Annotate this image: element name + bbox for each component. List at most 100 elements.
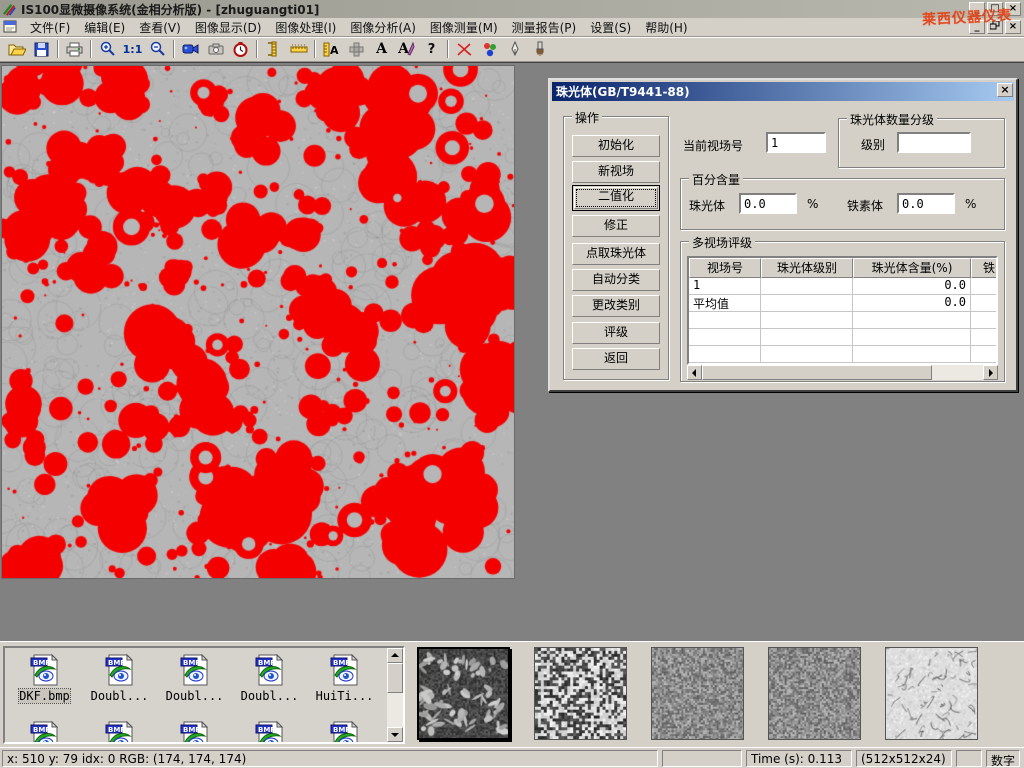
current-field-label: 当前视场号	[683, 137, 743, 154]
picker-tool-button[interactable]	[503, 38, 526, 60]
bmp-file-icon: BMP	[328, 653, 362, 687]
thumbnail-1[interactable]	[417, 647, 510, 740]
mdi-client-area: 珠光体(GB/T9441-88) × 操作 初始化 新视场 二值化 修正 点取珠…	[0, 62, 1024, 641]
current-field-input[interactable]	[766, 132, 826, 153]
vscroll-thumb[interactable]	[387, 663, 403, 693]
phase-count-button[interactable]	[478, 38, 501, 60]
ruler-button[interactable]	[287, 38, 310, 60]
video-camera-icon	[182, 43, 200, 55]
file-item[interactable]: BMP	[307, 720, 382, 744]
file-item[interactable]: BMP HuiTi...	[307, 653, 382, 703]
menu-settings[interactable]: 设置(S)	[583, 17, 638, 38]
text-a-icon: A	[376, 41, 387, 57]
brush-icon	[534, 41, 546, 57]
image-size-panel: (512x512x24)	[856, 750, 952, 767]
curve-cut-button[interactable]	[453, 38, 476, 60]
hscroll-thumb[interactable]	[702, 365, 932, 380]
grade-input[interactable]	[897, 132, 971, 153]
svg-text:BMP: BMP	[108, 726, 125, 734]
thumbnail-2[interactable]	[534, 647, 627, 740]
toolbar-separator	[256, 40, 258, 58]
open-button[interactable]	[5, 38, 28, 60]
dialog-close-button[interactable]: ×	[997, 83, 1013, 97]
colored-dots-icon	[482, 42, 498, 57]
zoom-in-button[interactable]	[96, 38, 119, 60]
file-item[interactable]: BMP	[7, 720, 82, 744]
caliper-button[interactable]	[262, 38, 285, 60]
scroll-right-button[interactable]	[983, 365, 998, 380]
menu-measure-report[interactable]: 测量报告(P)	[505, 17, 584, 38]
file-item[interactable]: BMP Doubl...	[157, 653, 232, 703]
red-curve-cross-icon	[456, 42, 473, 57]
thumbnail-4[interactable]	[768, 647, 861, 740]
file-list[interactable]: BMP DKF.bmp BMP Doubl... BMP Doubl... BM…	[3, 646, 405, 744]
file-item[interactable]: BMP Doubl...	[232, 653, 307, 703]
timer-button[interactable]	[229, 38, 252, 60]
help-button[interactable]: ?	[420, 38, 443, 60]
ferrite-percent-input[interactable]	[897, 193, 955, 214]
file-item[interactable]: BMP	[232, 720, 307, 744]
file-item[interactable]: BMP	[157, 720, 232, 744]
menu-image-process[interactable]: 图像处理(I)	[268, 17, 343, 38]
pick-pearlite-button[interactable]: 点取珠光体	[572, 243, 660, 265]
new-field-button[interactable]: 新视场	[572, 161, 660, 183]
window-maximize-button[interactable]: □	[987, 2, 1003, 16]
actual-size-button[interactable]: 1:1	[121, 38, 144, 60]
svg-text:BMP: BMP	[33, 659, 50, 667]
scroll-up-button[interactable]	[387, 648, 403, 663]
change-class-button[interactable]: 更改类别	[572, 295, 660, 317]
pearlite-unit: %	[807, 197, 818, 211]
menu-image-display[interactable]: 图像显示(D)	[188, 17, 269, 38]
menu-file[interactable]: 文件(F)	[23, 17, 77, 38]
menu-image-measure[interactable]: 图像测量(M)	[423, 17, 505, 38]
file-item[interactable]: BMP	[82, 720, 157, 744]
pearlite-percent-input[interactable]	[739, 193, 797, 214]
table-row[interactable]: 1 0.0	[689, 278, 996, 295]
grade-group-label: 珠光体数量分级	[847, 111, 937, 128]
menu-view[interactable]: 查看(V)	[132, 17, 188, 38]
print-button[interactable]	[63, 38, 86, 60]
save-button[interactable]	[30, 38, 53, 60]
table-row[interactable]: 平均值 0.0	[689, 295, 996, 312]
init-button[interactable]: 初始化	[572, 135, 660, 157]
window-minimize-button[interactable]: _	[969, 2, 985, 16]
return-button[interactable]: 返回	[572, 348, 660, 370]
scroll-left-button[interactable]	[687, 365, 702, 380]
thumbnail-3[interactable]	[651, 647, 744, 740]
annotate-tool-button[interactable]: A	[395, 38, 418, 60]
auto-classify-button[interactable]: 自动分类	[572, 269, 660, 291]
menu-edit[interactable]: 编辑(E)	[77, 17, 132, 38]
table-hscrollbar[interactable]	[687, 365, 998, 380]
file-item[interactable]: BMP DKF.bmp	[7, 653, 82, 703]
binarize-button[interactable]: 二值化	[572, 185, 660, 211]
file-list-scrollbar[interactable]	[387, 648, 403, 742]
photo-capture-button[interactable]	[204, 38, 227, 60]
rate-button[interactable]: 评级	[572, 322, 660, 344]
mdi-restore-button[interactable]	[987, 20, 1003, 34]
video-capture-button[interactable]	[179, 38, 202, 60]
measure-label-button[interactable]: A	[320, 38, 343, 60]
text-tool-button[interactable]: A	[370, 38, 393, 60]
percent-group: 百分含量 珠光体 % 铁素体 %	[680, 178, 1005, 230]
scroll-down-button[interactable]	[387, 727, 403, 742]
brush-tool-button[interactable]	[528, 38, 551, 60]
mdi-close-button[interactable]: ×	[1005, 20, 1021, 34]
dialog-title-bar[interactable]: 珠光体(GB/T9441-88)	[552, 82, 1014, 101]
menu-image-analysis[interactable]: 图像分析(A)	[343, 17, 423, 38]
zoom-out-button[interactable]	[146, 38, 169, 60]
bottom-panel: BMP DKF.bmp BMP Doubl... BMP Doubl... BM…	[0, 641, 1024, 747]
svg-text:BMP: BMP	[258, 659, 275, 667]
mdi-minimize-button[interactable]: _	[969, 20, 985, 34]
window-close-button[interactable]: ×	[1005, 2, 1021, 16]
menu-help[interactable]: 帮助(H)	[638, 17, 694, 38]
ferrite-unit: %	[965, 197, 976, 211]
grid-tool-button[interactable]	[345, 38, 368, 60]
multiview-table[interactable]: 视场号 珠光体级别 珠光体含量(%) 铁素体 1 0.0 平均值 0.0	[687, 256, 998, 365]
file-item[interactable]: BMP Doubl...	[82, 653, 157, 703]
svg-text:A: A	[330, 44, 339, 57]
thumbnail-5[interactable]	[885, 647, 978, 740]
correct-button[interactable]: 修正	[572, 215, 660, 237]
micrograph-canvas[interactable]	[2, 66, 514, 578]
cursor-info-panel: x: 510 y: 79 idx: 0 RGB: (174, 174, 174)	[2, 750, 658, 767]
toolbar-separator	[57, 40, 59, 58]
